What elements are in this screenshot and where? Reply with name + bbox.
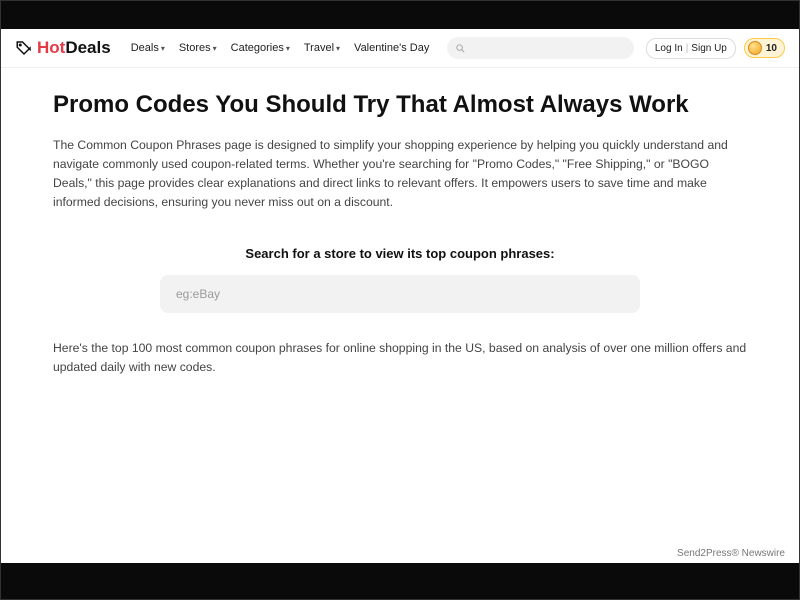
header-search[interactable] (447, 37, 634, 59)
coin-count: 10 (766, 43, 777, 54)
chevron-down-icon: ▾ (213, 44, 217, 53)
nav-travel-label: Travel (304, 42, 334, 54)
footer-credit: Send2Press® Newswire (677, 548, 785, 559)
main-nav: Deals▾ Stores▾ Categories▾ Travel▾ Valen… (125, 38, 436, 58)
signup-link[interactable]: Sign Up (691, 43, 727, 54)
logo-deals: Deals (65, 38, 110, 57)
subtext-paragraph: Here's the top 100 most common coupon ph… (53, 339, 747, 377)
nav-travel[interactable]: Travel▾ (298, 38, 346, 58)
browser-bottombar (1, 563, 799, 599)
browser-topbar (1, 1, 799, 29)
nav-valentines[interactable]: Valentine's Day (348, 38, 435, 58)
coin-badge[interactable]: 10 (744, 38, 785, 58)
nav-categories[interactable]: Categories▾ (225, 38, 296, 58)
auth-buttons[interactable]: Log In|Sign Up (646, 38, 736, 59)
chevron-down-icon: ▾ (286, 44, 290, 53)
page-title: Promo Codes You Should Try That Almost A… (53, 90, 747, 120)
tag-icon (15, 39, 33, 57)
store-search-section: Search for a store to view its top coupo… (53, 246, 747, 313)
intro-paragraph: The Common Coupon Phrases page is design… (53, 136, 747, 212)
store-search-input[interactable]: eg:eBay (160, 275, 640, 313)
auth-divider: | (686, 43, 689, 54)
chevron-down-icon: ▾ (161, 44, 165, 53)
coin-icon (748, 41, 762, 55)
nav-deals[interactable]: Deals▾ (125, 38, 171, 58)
nav-categories-label: Categories (231, 42, 284, 54)
main-content: Promo Codes You Should Try That Almost A… (1, 68, 799, 376)
nav-valentines-label: Valentine's Day (354, 42, 429, 54)
site-header: HotDeals Deals▾ Stores▾ Categories▾ Trav… (1, 29, 799, 68)
nav-stores-label: Stores (179, 42, 211, 54)
store-search-placeholder: eg:eBay (176, 287, 220, 301)
store-search-label: Search for a store to view its top coupo… (53, 246, 747, 261)
login-link[interactable]: Log In (655, 43, 683, 54)
search-icon (455, 43, 466, 54)
chevron-down-icon: ▾ (336, 44, 340, 53)
logo-hot: Hot (37, 38, 65, 57)
nav-stores[interactable]: Stores▾ (173, 38, 223, 58)
logo[interactable]: HotDeals (15, 38, 111, 58)
nav-deals-label: Deals (131, 42, 159, 54)
